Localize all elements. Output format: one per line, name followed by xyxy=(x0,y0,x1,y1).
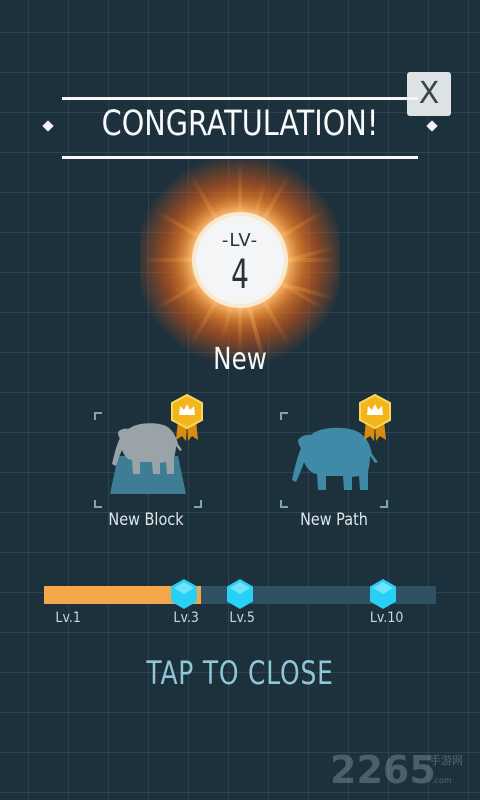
frame-corner xyxy=(380,500,388,508)
new-unlocks-heading: New xyxy=(213,342,267,377)
crown-badge-icon xyxy=(171,394,203,441)
reward-label-new-path: New Path xyxy=(300,510,368,530)
watermark-logo: 2265 xyxy=(330,748,436,792)
frame-corner xyxy=(280,412,288,420)
level-badge: -LV- 4 xyxy=(192,212,288,308)
title-bottom-rule xyxy=(62,156,418,159)
milestone-gem-icon xyxy=(169,578,199,610)
crown-badge-icon xyxy=(359,394,391,441)
game-screen[interactable]: X CONGRATULATION! -LV- 4 New New Block N… xyxy=(0,0,480,800)
watermark-sub: 手游网 xyxy=(430,754,463,767)
level-prefix: -LV- xyxy=(221,230,259,251)
frame-corner xyxy=(194,500,202,508)
milestone-label: Lv.1 xyxy=(55,610,81,626)
milestone-gem-icon xyxy=(368,578,398,610)
congratulation-title: CONGRATULATION! xyxy=(101,104,379,144)
milestone-gem-icon xyxy=(225,578,255,610)
title-top-rule xyxy=(62,97,418,100)
reward-label-new-block: New Block xyxy=(108,510,184,530)
frame-corner xyxy=(94,500,102,508)
milestone-label: Lv.5 xyxy=(229,610,255,626)
frame-corner xyxy=(94,412,102,420)
tap-to-close-prompt[interactable]: TAP TO CLOSE xyxy=(53,654,427,692)
milestone-label: Lv.10 xyxy=(369,610,404,626)
watermark-url: .com xyxy=(432,776,452,785)
frame-corner xyxy=(280,500,288,508)
level-number: 4 xyxy=(231,252,249,298)
milestone-label: Lv.3 xyxy=(173,610,199,626)
